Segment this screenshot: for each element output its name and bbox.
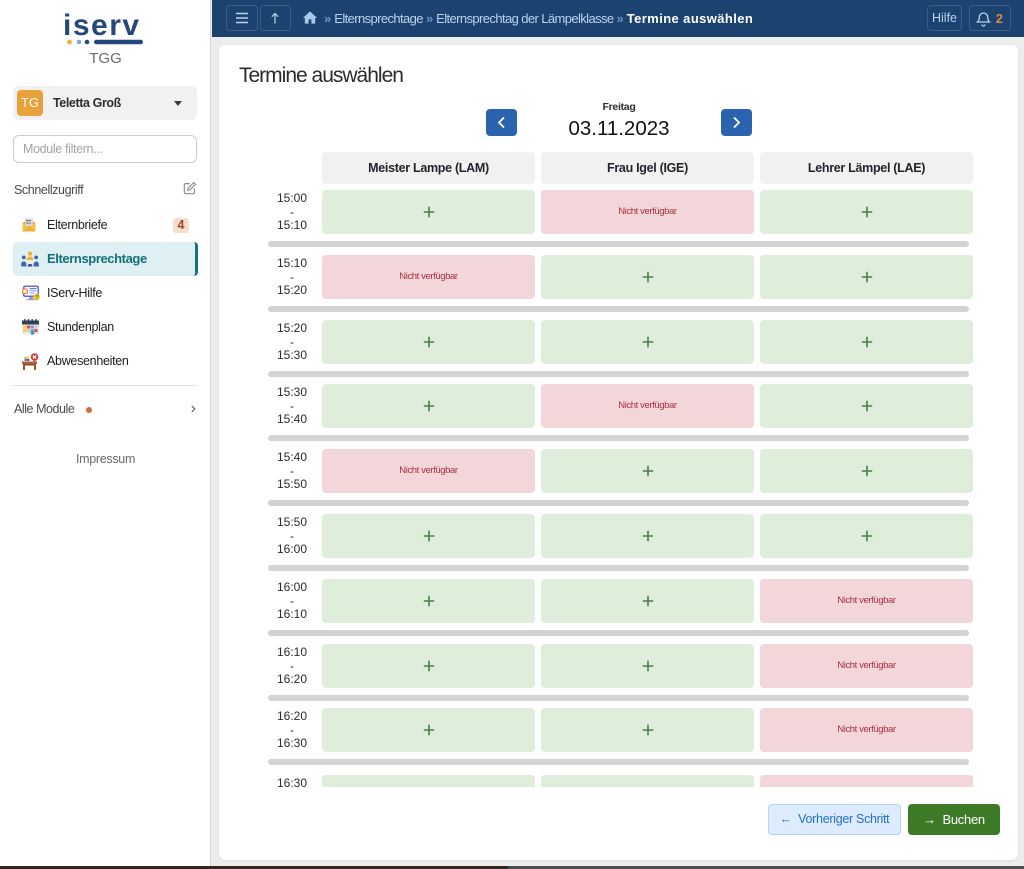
svg-text:?: ?: [35, 295, 39, 301]
svg-text:iserv: iserv: [63, 9, 141, 42]
